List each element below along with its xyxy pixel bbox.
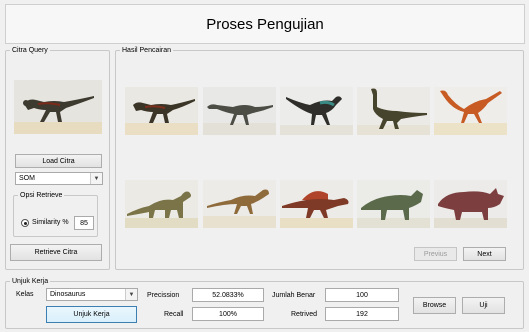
retrieve-citra-button[interactable]: Retrieve Citra xyxy=(10,244,102,261)
jumlah-benar-field: 100 xyxy=(325,288,399,302)
results-panel-legend: Hasil Pencairan xyxy=(120,46,174,55)
chevron-down-icon[interactable]: ▼ xyxy=(90,173,102,184)
chevron-down-icon[interactable]: ▼ xyxy=(125,289,137,300)
previous-button[interactable]: Previus xyxy=(414,247,457,261)
precision-label: Precission xyxy=(147,292,180,299)
similarity-input[interactable]: 85 xyxy=(74,216,94,230)
page-title: Proses Pengujian xyxy=(5,4,525,44)
options-legend: Opsi Retrieve xyxy=(18,191,65,200)
result-image-4[interactable] xyxy=(357,87,430,135)
uji-button[interactable]: Uji xyxy=(462,297,505,314)
load-citra-button[interactable]: Load Citra xyxy=(15,154,102,168)
result-image-5[interactable] xyxy=(434,87,507,135)
next-button[interactable]: Next xyxy=(463,247,506,261)
browse-button[interactable]: Browse xyxy=(413,297,456,314)
query-image xyxy=(14,80,102,134)
result-image-3[interactable] xyxy=(280,87,353,135)
kelas-select[interactable]: Dinosaurus ▼ xyxy=(46,288,138,301)
result-image-2[interactable] xyxy=(203,87,276,135)
similarity-radio[interactable] xyxy=(21,219,29,227)
recall-label: Recall xyxy=(164,311,184,318)
result-image-7[interactable] xyxy=(203,180,276,228)
retrieved-field: 192 xyxy=(325,307,399,321)
result-image-8[interactable] xyxy=(280,180,353,228)
result-image-1[interactable] xyxy=(125,87,198,135)
kelas-select-value: Dinosaurus xyxy=(50,291,86,298)
method-select[interactable]: SOM ▼ xyxy=(15,172,103,185)
kelas-label: Kelas xyxy=(16,291,34,298)
retrieved-label: Retrived xyxy=(291,311,318,318)
recall-field: 100% xyxy=(192,307,264,321)
method-select-value: SOM xyxy=(19,175,35,182)
precision-field: 52.0833% xyxy=(192,288,264,302)
similarity-label: Similarity % xyxy=(32,219,69,226)
result-image-10[interactable] xyxy=(434,180,507,228)
jumlah-benar-label: Jumlah Benar xyxy=(272,292,316,299)
result-image-9[interactable] xyxy=(357,180,430,228)
results-panel: Hasil Pencairan xyxy=(115,46,524,270)
query-panel-legend: Citra Query xyxy=(10,46,50,55)
unjuk-kerja-button[interactable]: Unjuk Kerja xyxy=(46,306,137,323)
performance-panel-legend: Unjuk Kerja xyxy=(10,277,51,286)
result-image-6[interactable] xyxy=(125,180,198,228)
